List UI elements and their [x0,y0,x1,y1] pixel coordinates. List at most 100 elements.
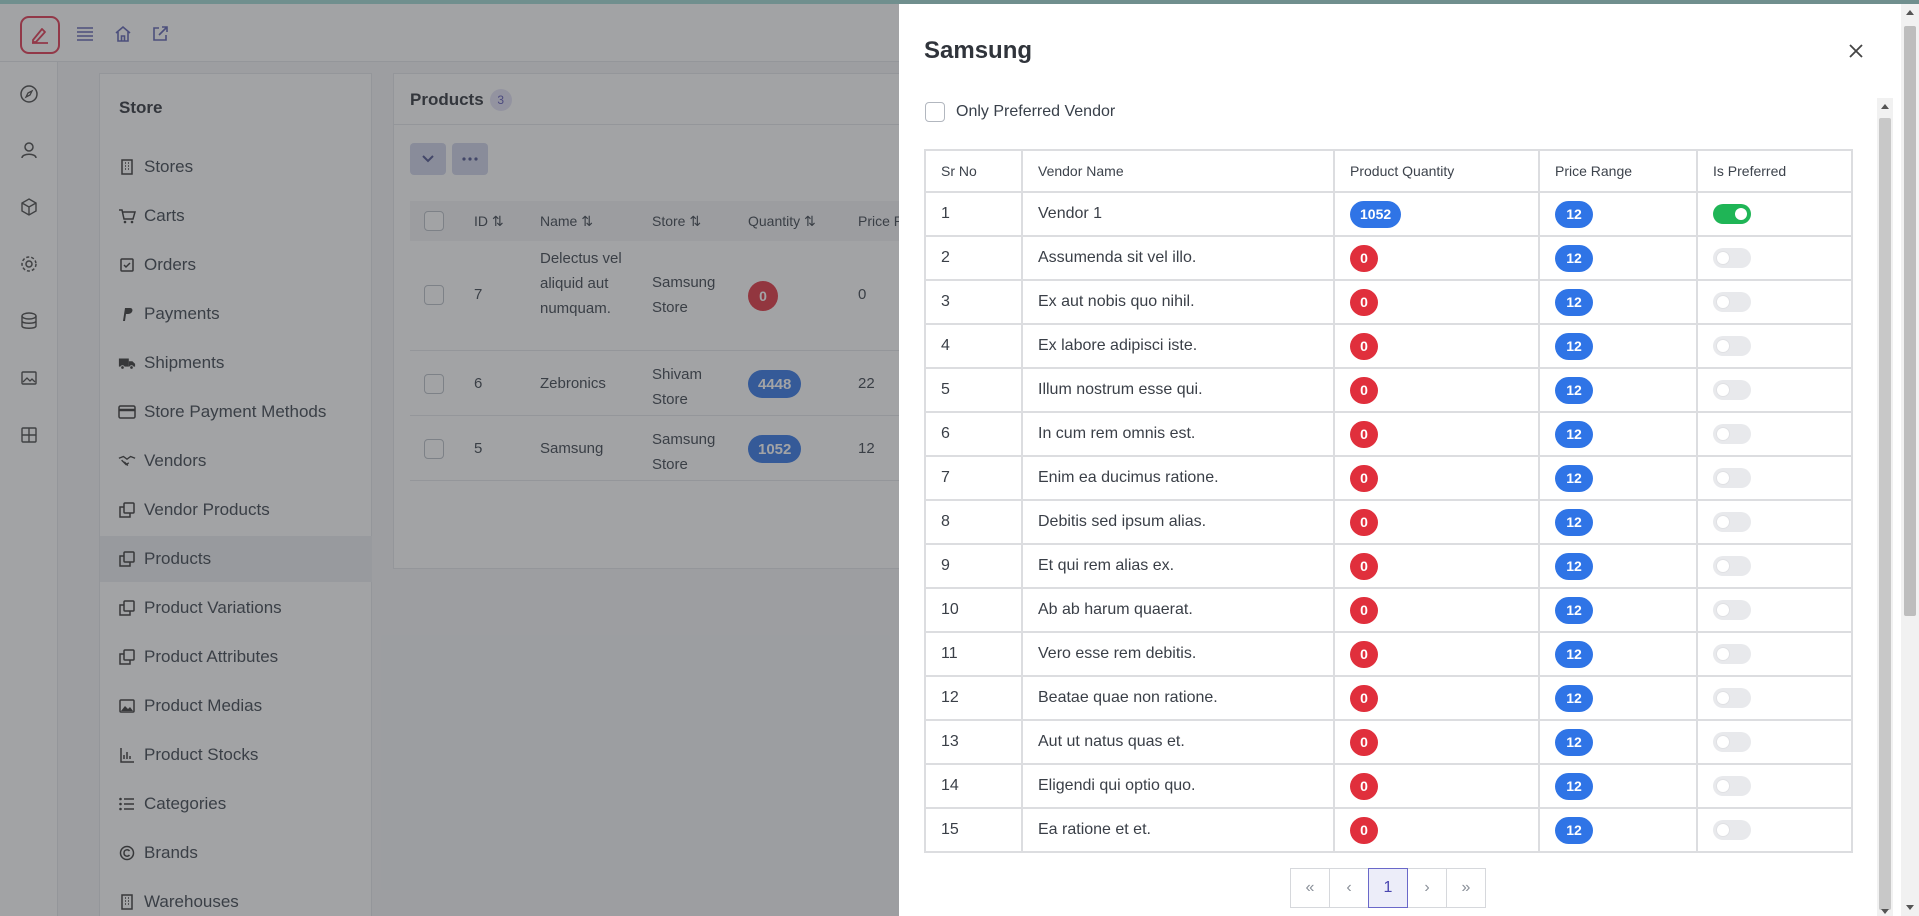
last-page-button[interactable]: » [1446,868,1486,908]
sr-no-cell: 2 [924,235,1023,281]
sr-no-cell: 10 [924,587,1023,633]
price-badge: 12 [1555,376,1593,404]
preferred-toggle[interactable] [1713,820,1751,840]
preferred-toggle[interactable] [1713,776,1751,796]
vendor-row: 4 Ex labore adipisci iste. 0 12 [924,323,1853,369]
col-vendor-name: Vendor Name [1021,149,1335,193]
vendor-name-cell: Debitis sed ipsum alias. [1021,499,1335,545]
quantity-badge: 0 [1350,244,1378,272]
preferred-toggle[interactable] [1713,292,1751,312]
is-preferred-cell [1696,543,1853,589]
product-quantity-cell: 0 [1333,323,1540,369]
next-page-button[interactable]: › [1407,868,1447,908]
drawer-scroll-thumb[interactable] [1879,118,1891,910]
preferred-toggle[interactable] [1713,512,1751,532]
drawer-scrollbar[interactable] [1877,98,1893,916]
quantity-badge: 0 [1350,464,1378,492]
col-sr-no: Sr No [924,149,1023,193]
pagination: « ‹ 1 › » [1290,868,1486,908]
scroll-up-arrow[interactable] [1906,10,1914,15]
price-badge: 12 [1555,244,1593,272]
preferred-toggle[interactable] [1713,556,1751,576]
quantity-badge: 0 [1350,288,1378,316]
is-preferred-cell [1696,367,1853,413]
is-preferred-cell [1696,763,1853,809]
is-preferred-cell [1696,499,1853,545]
first-page-button[interactable]: « [1290,868,1330,908]
scroll-down-arrow[interactable] [1881,909,1889,914]
product-quantity-cell: 1052 [1333,191,1540,237]
preferred-vendor-filter[interactable]: Only Preferred Vendor [925,102,1115,122]
quantity-badge: 0 [1350,816,1378,844]
sr-no-cell: 4 [924,323,1023,369]
prev-page-button[interactable]: ‹ [1329,868,1369,908]
vendor-name-cell: Et qui rem alias ex. [1021,543,1335,589]
price-badge: 12 [1555,596,1593,624]
vendor-table-header: Sr No Vendor Name Product Quantity Price… [924,149,1853,193]
preferred-toggle[interactable] [1713,468,1751,488]
vendor-row: 2 Assumenda sit vel illo. 0 12 [924,235,1853,281]
preferred-toggle[interactable] [1713,380,1751,400]
product-quantity-cell: 0 [1333,631,1540,677]
product-quantity-cell: 0 [1333,587,1540,633]
price-range-cell: 12 [1538,587,1698,633]
price-range-cell: 12 [1538,543,1698,589]
close-button[interactable] [1843,38,1869,64]
quantity-badge: 0 [1350,596,1378,624]
price-range-cell: 12 [1538,807,1698,853]
preferred-toggle[interactable] [1713,600,1751,620]
is-preferred-cell [1696,675,1853,721]
preferred-toggle[interactable] [1713,644,1751,664]
page-1-button[interactable]: 1 [1368,868,1408,908]
page-scroll-thumb[interactable] [1904,26,1916,616]
preferred-toggle[interactable] [1713,688,1751,708]
scroll-down-arrow[interactable] [1906,905,1914,910]
is-preferred-cell [1696,807,1853,853]
quantity-badge: 0 [1350,684,1378,712]
preferred-toggle[interactable] [1713,732,1751,752]
vendor-name-cell: Eligendi qui optio quo. [1021,763,1335,809]
vendor-name-cell: Vendor 1 [1021,191,1335,237]
col-is-preferred: Is Preferred [1696,149,1853,193]
quantity-badge: 0 [1350,552,1378,580]
price-range-cell: 12 [1538,631,1698,677]
sr-no-cell: 12 [924,675,1023,721]
drawer-title: Samsung [924,37,1033,64]
vendor-row: 13 Aut ut natus quas et. 0 12 [924,719,1853,765]
price-badge: 12 [1555,728,1593,756]
preferred-toggle[interactable] [1713,204,1751,224]
is-preferred-cell [1696,191,1853,237]
vendor-name-cell: Enim ea ducimus ratione. [1021,455,1335,501]
page-scrollbar[interactable] [1901,4,1919,916]
is-preferred-cell [1696,323,1853,369]
sr-no-cell: 7 [924,455,1023,501]
scroll-up-arrow[interactable] [1881,104,1889,109]
sr-no-cell: 8 [924,499,1023,545]
col-price-range: Price Range [1538,149,1698,193]
vendor-row: 7 Enim ea ducimus ratione. 0 12 [924,455,1853,501]
vendor-row: 11 Vero esse rem debitis. 0 12 [924,631,1853,677]
is-preferred-cell [1696,411,1853,457]
product-quantity-cell: 0 [1333,235,1540,281]
preferred-toggle[interactable] [1713,424,1751,444]
price-badge: 12 [1555,816,1593,844]
price-range-cell: 12 [1538,411,1698,457]
product-quantity-cell: 0 [1333,675,1540,721]
price-badge: 12 [1555,200,1593,228]
product-quantity-cell: 0 [1333,367,1540,413]
product-quantity-cell: 0 [1333,279,1540,325]
preferred-vendor-checkbox[interactable] [925,102,945,122]
price-badge: 12 [1555,640,1593,668]
quantity-badge: 0 [1350,420,1378,448]
preferred-toggle[interactable] [1713,248,1751,268]
sr-no-cell: 1 [924,191,1023,237]
preferred-toggle[interactable] [1713,336,1751,356]
vendor-row: 15 Ea ratione et et. 0 12 [924,807,1853,853]
price-range-cell: 12 [1538,191,1698,237]
price-badge: 12 [1555,464,1593,492]
price-badge: 12 [1555,508,1593,536]
quantity-badge: 0 [1350,508,1378,536]
vendor-row: 10 Ab ab harum quaerat. 0 12 [924,587,1853,633]
is-preferred-cell [1696,631,1853,677]
vendor-name-cell: Beatae quae non ratione. [1021,675,1335,721]
